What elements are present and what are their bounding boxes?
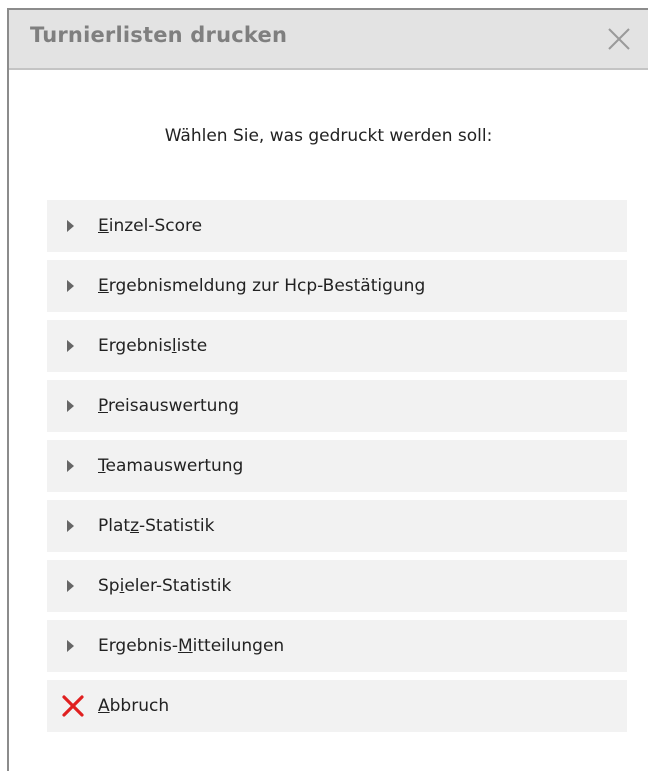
option-ergebnismeldung[interactable]: Ergebnismeldung zur Hcp-Bestätigung	[47, 260, 627, 312]
close-button[interactable]	[604, 24, 634, 54]
expand-arrow-icon	[67, 280, 74, 292]
option-label: Platz-Statistik	[98, 516, 215, 536]
option-label: Ergebnisliste	[98, 336, 208, 356]
expand-arrow-icon	[67, 520, 74, 532]
option-label: Spieler-Statistik	[98, 576, 232, 596]
expand-arrow-icon	[67, 460, 74, 472]
expand-arrow-icon	[67, 580, 74, 592]
title-bar: Turnierlisten drucken	[9, 10, 648, 70]
expand-arrow-icon	[67, 340, 74, 352]
expand-arrow-icon	[67, 220, 74, 232]
cancel-label: Abbruch	[98, 696, 170, 716]
expand-arrow-icon	[67, 400, 74, 412]
prompt-text: Wählen Sie, was gedruckt werden soll:	[164, 126, 493, 146]
option-label: Preisauswertung	[98, 396, 240, 416]
option-label: Teamauswertung	[98, 456, 244, 476]
option-label: Ergebnismeldung zur Hcp-Bestätigung	[98, 276, 426, 296]
close-icon	[608, 28, 630, 50]
option-teamauswertung[interactable]: Teamauswertung	[47, 440, 627, 492]
print-dialog: Turnierlisten drucken Wählen Sie, was ge…	[7, 8, 648, 771]
option-label: Ergebnis-Mitteilungen	[98, 636, 285, 656]
expand-arrow-icon	[67, 640, 74, 652]
option-spieler-statistik[interactable]: Spieler-Statistik	[47, 560, 627, 612]
option-preisauswertung[interactable]: Preisauswertung	[47, 380, 627, 432]
option-label: Einzel-Score	[98, 216, 203, 236]
cancel-x-icon	[62, 695, 84, 717]
option-ergebnis-mitteilungen[interactable]: Ergebnis-Mitteilungen	[47, 620, 627, 672]
option-platz-statistik[interactable]: Platz-Statistik	[47, 500, 627, 552]
option-einzel-score[interactable]: Einzel-Score	[47, 200, 627, 252]
option-ergebnisliste[interactable]: Ergebnisliste	[47, 320, 627, 372]
dialog-title: Turnierlisten drucken	[30, 23, 288, 47]
cancel-button[interactable]: Abbruch	[47, 680, 627, 732]
